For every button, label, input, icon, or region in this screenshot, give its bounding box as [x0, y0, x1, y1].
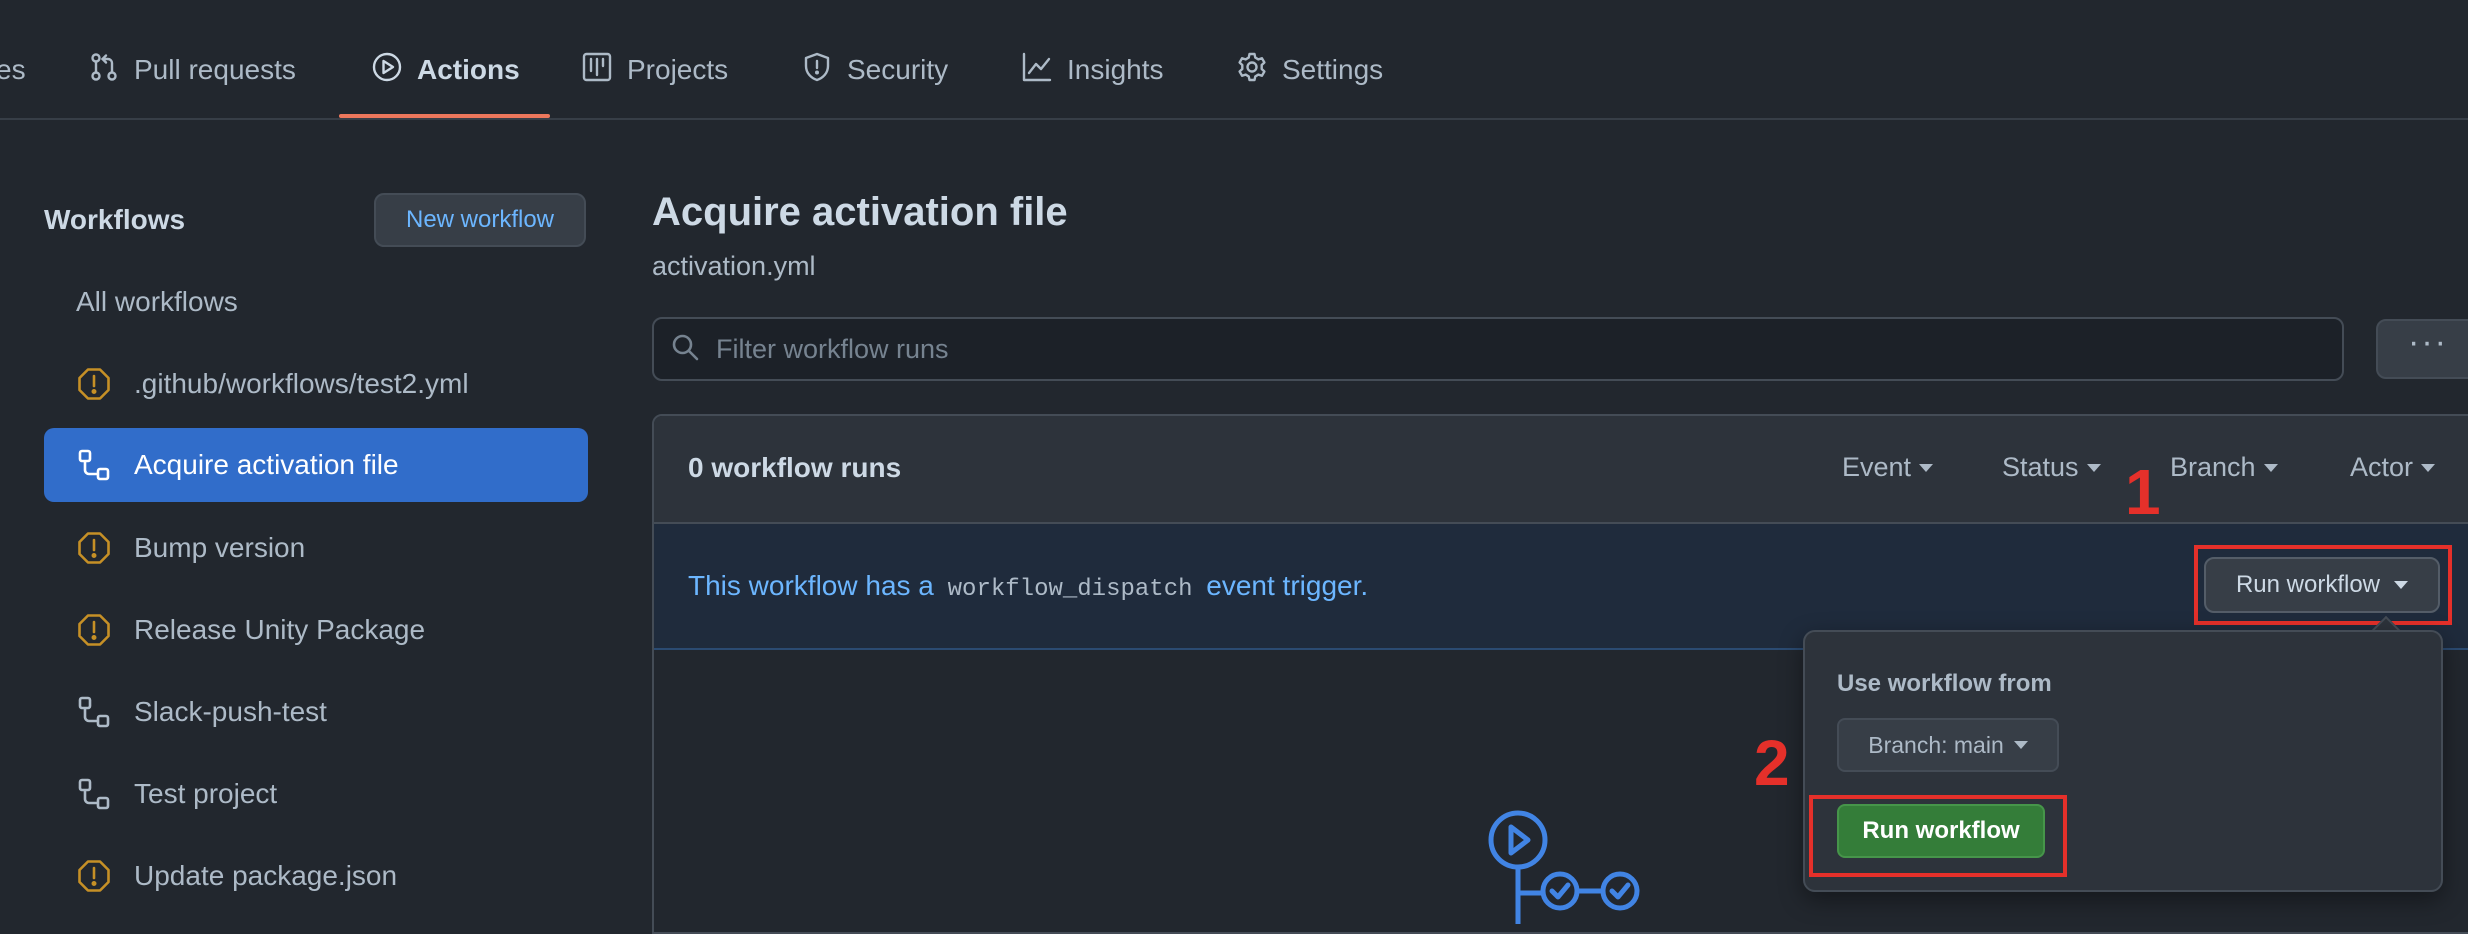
status-filter-label: Status	[2002, 452, 2079, 482]
sidebar-item-label: .github/workflows/test2.yml	[134, 368, 469, 399]
event-filter[interactable]: Event	[1842, 452, 1934, 483]
sidebar-item-release-unity-package[interactable]: Release Unity Package	[44, 593, 588, 667]
sidebar-item-label: All workflows	[76, 286, 238, 317]
tab-security-label: Security	[847, 54, 949, 85]
filter-workflow-runs[interactable]	[652, 317, 2344, 381]
popover-heading: Use workflow from	[1837, 670, 2052, 697]
annotation-highlight-1	[2194, 545, 2452, 625]
caret-down-icon	[1919, 463, 1934, 472]
workflow-icon	[76, 694, 112, 730]
annotation-marker-2: 2	[1754, 727, 1790, 799]
branch-filter-label: Branch	[2170, 452, 2256, 482]
kebab-horizontal-icon: ···	[2408, 322, 2448, 361]
sidebar-heading: Workflows	[44, 204, 186, 235]
workflow-icon	[76, 447, 112, 483]
graph-icon	[1021, 51, 1053, 90]
caret-down-icon	[2263, 463, 2278, 472]
tab-insights-label: Insights	[1067, 54, 1164, 85]
alert-icon	[76, 612, 112, 648]
tab-settings[interactable]: Settings	[1236, 48, 1383, 92]
repo-nav: es Pull requests Actions Projects Securi…	[0, 0, 2468, 120]
sidebar-item-slack-push-test[interactable]: Slack-push-test	[44, 675, 588, 749]
sidebar-item-bump-version[interactable]: Bump version	[44, 511, 588, 585]
sidebar-item-label: Test project	[134, 778, 278, 809]
event-filter-label: Event	[1842, 452, 1912, 482]
new-workflow-button[interactable]: New workflow	[374, 193, 586, 247]
gear-icon	[1236, 51, 1268, 90]
sidebar-item-test2[interactable]: .github/workflows/test2.yml	[44, 347, 588, 421]
play-circle-icon	[371, 51, 403, 90]
dispatch-code: workflow_dispatch	[947, 576, 1193, 603]
alert-icon	[76, 366, 112, 402]
active-tab-indicator	[339, 114, 550, 118]
more-options-button[interactable]: ···	[2376, 319, 2468, 379]
sidebar-item-label: Update package.json	[134, 860, 398, 891]
sidebar-item-update-package-json[interactable]: Update package.json	[44, 839, 588, 913]
tab-projects[interactable]: Projects	[581, 48, 728, 92]
sidebar-item-all-workflows[interactable]: All workflows	[44, 265, 588, 339]
tab-pull-requests-label: Pull requests	[134, 54, 296, 85]
sidebar-item-acquire-activation-file[interactable]: Acquire activation file	[44, 428, 588, 502]
sidebar-item-test-project[interactable]: Test project	[44, 757, 588, 831]
workflow-icon	[76, 776, 112, 812]
alert-icon	[76, 530, 112, 566]
workflow-filename[interactable]: activation.yml	[652, 251, 816, 282]
tab-actions-label: Actions	[417, 54, 520, 85]
branch-select-label: Branch: main	[1868, 731, 2004, 758]
search-input[interactable]	[714, 332, 2218, 366]
git-pull-request-icon	[88, 51, 120, 90]
search-icon	[670, 332, 700, 367]
actor-filter-label: Actor	[2350, 452, 2414, 482]
branch-select[interactable]: Branch: main	[1837, 718, 2059, 772]
project-board-icon	[581, 51, 613, 90]
status-filter[interactable]: Status	[2002, 452, 2101, 483]
sidebar-item-label: Bump version	[134, 532, 306, 563]
sidebar-item-label: Acquire activation file	[134, 449, 399, 480]
shield-icon	[801, 51, 833, 90]
tab-insights[interactable]: Insights	[1021, 48, 1164, 92]
tab-pull-requests[interactable]: Pull requests	[88, 48, 296, 92]
sidebar-item-label: Release Unity Package	[134, 614, 426, 645]
runs-header: 0 workflow runs Event Status Branch Acto…	[654, 416, 2468, 524]
caret-down-icon	[2013, 741, 2028, 749]
tab-settings-label: Settings	[1282, 54, 1384, 85]
page-title: Acquire activation file	[652, 190, 1068, 234]
tab-code[interactable]: es	[0, 48, 26, 92]
caret-down-icon	[2421, 463, 2436, 472]
sidebar-item-label: Slack-push-test	[134, 696, 327, 727]
dispatch-message: This workflow has a workflow_dispatch ev…	[688, 570, 1368, 603]
tab-actions[interactable]: Actions	[371, 48, 520, 92]
alert-icon	[76, 858, 112, 894]
dispatch-text-after: event trigger.	[1206, 570, 1369, 601]
tab-projects-label: Projects	[627, 54, 729, 85]
runs-count: 0 workflow runs	[688, 452, 902, 483]
tab-security[interactable]: Security	[801, 48, 948, 92]
annotation-marker-1: 1	[2125, 456, 2161, 528]
caret-down-icon	[2086, 463, 2101, 472]
actions-empty-state-icon	[1480, 805, 1650, 927]
branch-filter[interactable]: Branch	[2170, 452, 2278, 483]
actor-filter[interactable]: Actor	[2350, 452, 2436, 483]
tab-code-label: es	[0, 54, 26, 85]
annotation-highlight-2	[1809, 795, 2067, 877]
dispatch-text-before: This workflow has a	[688, 570, 934, 601]
